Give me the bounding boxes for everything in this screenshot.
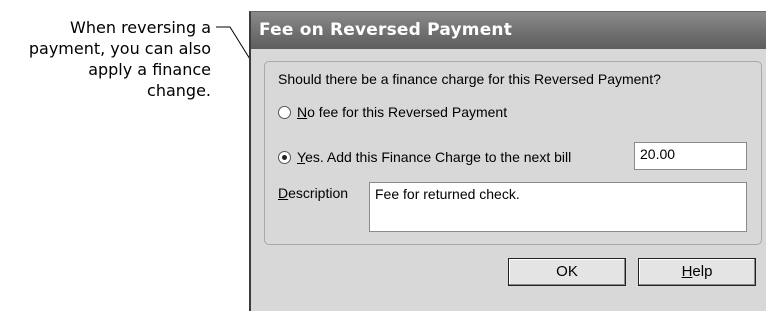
description-label: Description — [278, 185, 349, 201]
callout-text: When reversing a payment, you can also a… — [0, 17, 211, 101]
callout-line: payment, you can also — [28, 39, 211, 58]
ok-button[interactable]: OK — [508, 258, 626, 286]
radio-add-fee[interactable]: Yes. Add this Finance Charge to the next… — [278, 149, 571, 165]
radio-no-fee[interactable]: No fee for this Reversed Payment — [278, 104, 507, 120]
callout-line: change. — [147, 81, 211, 100]
dialog-title: Fee on Reversed Payment — [251, 12, 766, 49]
radio-add-fee-indicator[interactable] — [278, 150, 291, 164]
help-button[interactable]: Help — [638, 258, 756, 286]
question-text: Should there be a finance charge for thi… — [278, 71, 661, 87]
radio-add-fee-label: Yes. Add this Finance Charge to the next… — [297, 149, 572, 165]
callout-line: When reversing a — [70, 18, 211, 37]
fee-amount-input[interactable]: 20.00 — [634, 142, 747, 170]
description-input[interactable]: Fee for returned check. — [369, 182, 747, 232]
radio-no-fee-indicator[interactable] — [278, 105, 291, 119]
callout-line: apply a finance — [88, 60, 211, 79]
radio-no-fee-label: No fee for this Reversed Payment — [297, 104, 508, 120]
